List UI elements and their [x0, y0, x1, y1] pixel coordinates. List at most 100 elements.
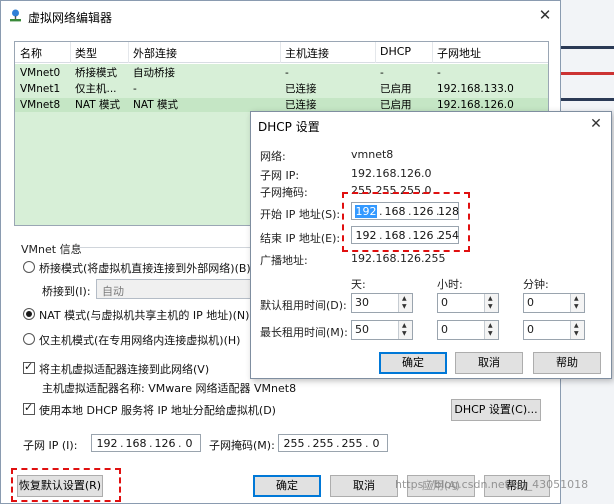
cell-host: - — [285, 67, 289, 79]
table-row[interactable]: VMnet0 桥接模式 自动桥接 - - - — [15, 66, 548, 80]
column-divider — [128, 42, 129, 63]
connect-adapter-checkbox[interactable] — [23, 360, 35, 374]
ip-octet: 192 — [96, 437, 118, 450]
watermark-text: https://blog.csdn.net/qq_43051018 — [395, 478, 589, 491]
cell-subnet: - — [437, 67, 441, 79]
subnet-ip-input[interactable]: 192 . 168 . 126 . 0 — [91, 434, 201, 452]
spinner-arrows[interactable]: ▲ ▼ — [570, 294, 584, 312]
arrow-up-icon[interactable]: ▲ — [574, 322, 579, 330]
spinner-arrows[interactable]: ▲ ▼ — [484, 321, 498, 339]
arrow-down-icon[interactable]: ▼ — [488, 303, 493, 311]
group-divider — [77, 247, 251, 248]
cell-host: 已连接 — [285, 99, 317, 111]
cell-type: 仅主机... — [75, 83, 117, 95]
table-row-selected[interactable]: VMnet8 NAT 模式 NAT 模式 已连接 已启用 192.168.126… — [15, 98, 548, 112]
cell-dhcp: - — [380, 67, 384, 79]
default-lease-minutes-spinner[interactable]: 0 ▲ ▼ — [523, 293, 585, 313]
dhcp-help-button[interactable]: 帮助 — [533, 352, 601, 374]
column-header-external[interactable]: 外部连接 — [133, 45, 177, 61]
host-only-label: 仅主机模式(在专用网络内连接虚拟机)(H) — [39, 334, 241, 347]
table-header: 名称 类型 外部连接 主机连接 DHCP 子网地址 — [15, 42, 548, 63]
column-divider — [432, 42, 433, 63]
close-icon[interactable]: ✕ — [587, 115, 605, 133]
ok-button[interactable]: 确定 — [253, 475, 321, 497]
arrow-up-icon[interactable]: ▲ — [488, 295, 493, 303]
ip-octet: 168 — [125, 437, 147, 450]
highlight-annotation — [342, 192, 470, 252]
cell-name: VMnet0 — [20, 67, 61, 79]
dhcp-settings-button[interactable]: DHCP 设置(C)... — [451, 399, 541, 421]
dhcp-settings-dialog: DHCP 设置 ✕ 网络: vmnet8 子网 IP: 192.168.126.… — [250, 111, 612, 379]
subnet-mask-label: 子网掩码(M): — [209, 439, 275, 452]
column-header-type[interactable]: 类型 — [75, 45, 97, 61]
max-lease-label: 最长租用时间(M): — [260, 326, 348, 339]
spinner-arrows[interactable]: ▲ ▼ — [398, 321, 412, 339]
arrow-down-icon[interactable]: ▼ — [402, 303, 407, 311]
host-only-radio[interactable] — [23, 333, 35, 345]
start-ip-label: 开始 IP 地址(S): — [260, 208, 341, 221]
column-header-name[interactable]: 名称 — [20, 45, 42, 61]
window-title: 虚拟网络编辑器 — [28, 11, 113, 25]
arrow-up-icon[interactable]: ▲ — [488, 322, 493, 330]
cell-external: NAT 模式 — [133, 99, 178, 111]
cell-dhcp: 已启用 — [380, 83, 412, 95]
vmnet-info-label: VMnet 信息 — [21, 243, 82, 256]
column-header-dhcp[interactable]: DHCP — [380, 45, 411, 58]
default-lease-hours-spinner[interactable]: 0 ▲ ▼ — [437, 293, 499, 313]
arrow-down-icon[interactable]: ▼ — [574, 303, 579, 311]
nat-mode-label: NAT 模式(与虚拟机共享主机的 IP 地址)(N) — [39, 309, 250, 322]
bridge-mode-radio[interactable] — [23, 261, 35, 273]
bridge-mode-label: 桥接模式(将虚拟机直接连接到外部网络)(B) — [39, 262, 251, 275]
connect-adapter-label: 将主机虚拟适配器连接到此网络(V) — [39, 363, 210, 376]
cell-external: 自动桥接 — [133, 67, 175, 79]
subnet-ip-label: 子网 IP: — [260, 169, 300, 182]
default-lease-label: 默认租用时间(D): — [260, 299, 347, 312]
max-lease-days-spinner[interactable]: 50 ▲ ▼ — [351, 320, 413, 340]
nat-mode-radio[interactable] — [23, 308, 35, 320]
arrow-up-icon[interactable]: ▲ — [402, 295, 407, 303]
spinner-value: 0 — [441, 296, 448, 309]
arrow-up-icon[interactable]: ▲ — [402, 322, 407, 330]
minutes-label: 分钟: — [523, 278, 549, 291]
dhcp-ok-button[interactable]: 确定 — [379, 352, 447, 374]
bridged-to-label: 桥接到(I): — [42, 285, 91, 298]
arrow-down-icon[interactable]: ▼ — [488, 330, 493, 338]
arrow-down-icon[interactable]: ▼ — [574, 330, 579, 338]
cell-external: - — [133, 83, 137, 95]
default-lease-days-spinner[interactable]: 30 ▲ ▼ — [351, 293, 413, 313]
cancel-button[interactable]: 取消 — [330, 475, 398, 497]
network-app-icon — [10, 9, 21, 22]
adapter-name-label: 主机虚拟适配器名称: VMware 网络适配器 VMnet8 — [42, 382, 297, 395]
spinner-value: 30 — [355, 296, 369, 309]
column-divider — [280, 42, 281, 63]
close-icon[interactable]: ✕ — [536, 6, 554, 24]
arrow-up-icon[interactable]: ▲ — [574, 295, 579, 303]
spinner-arrows[interactable]: ▲ ▼ — [484, 294, 498, 312]
cell-subnet: 192.168.126.0 — [437, 99, 514, 111]
bridged-to-value: 自动 — [102, 285, 124, 298]
max-lease-minutes-spinner[interactable]: 0 ▲ ▼ — [523, 320, 585, 340]
bridged-to-select[interactable]: 自动 — [96, 279, 252, 299]
cell-host: 已连接 — [285, 83, 317, 95]
dhcp-cancel-button[interactable]: 取消 — [455, 352, 523, 374]
arrow-down-icon[interactable]: ▼ — [402, 330, 407, 338]
spinner-value: 0 — [527, 296, 534, 309]
spinner-arrows[interactable]: ▲ ▼ — [398, 294, 412, 312]
ip-octet: 0 — [372, 437, 380, 450]
days-label: 天: — [351, 278, 366, 291]
spinner-value: 0 — [441, 323, 448, 336]
subnet-ip-label: 子网 IP (I): — [23, 439, 78, 452]
table-row[interactable]: VMnet1 仅主机... - 已连接 已启用 192.168.133.0 — [15, 82, 548, 96]
broadcast-label: 广播地址: — [260, 254, 308, 267]
max-lease-hours-spinner[interactable]: 0 ▲ ▼ — [437, 320, 499, 340]
column-header-subnet[interactable]: 子网地址 — [437, 45, 481, 61]
use-dhcp-checkbox[interactable] — [23, 401, 35, 415]
desktop-bar — [560, 72, 614, 75]
spinner-value: 0 — [527, 323, 534, 336]
hours-label: 小时: — [437, 278, 463, 291]
column-header-host[interactable]: 主机连接 — [285, 45, 329, 61]
subnet-mask-input[interactable]: 255 . 255 . 255 . 0 — [278, 434, 388, 452]
spinner-arrows[interactable]: ▲ ▼ — [570, 321, 584, 339]
end-ip-label: 结束 IP 地址(E): — [260, 232, 341, 245]
highlight-annotation — [11, 468, 121, 502]
